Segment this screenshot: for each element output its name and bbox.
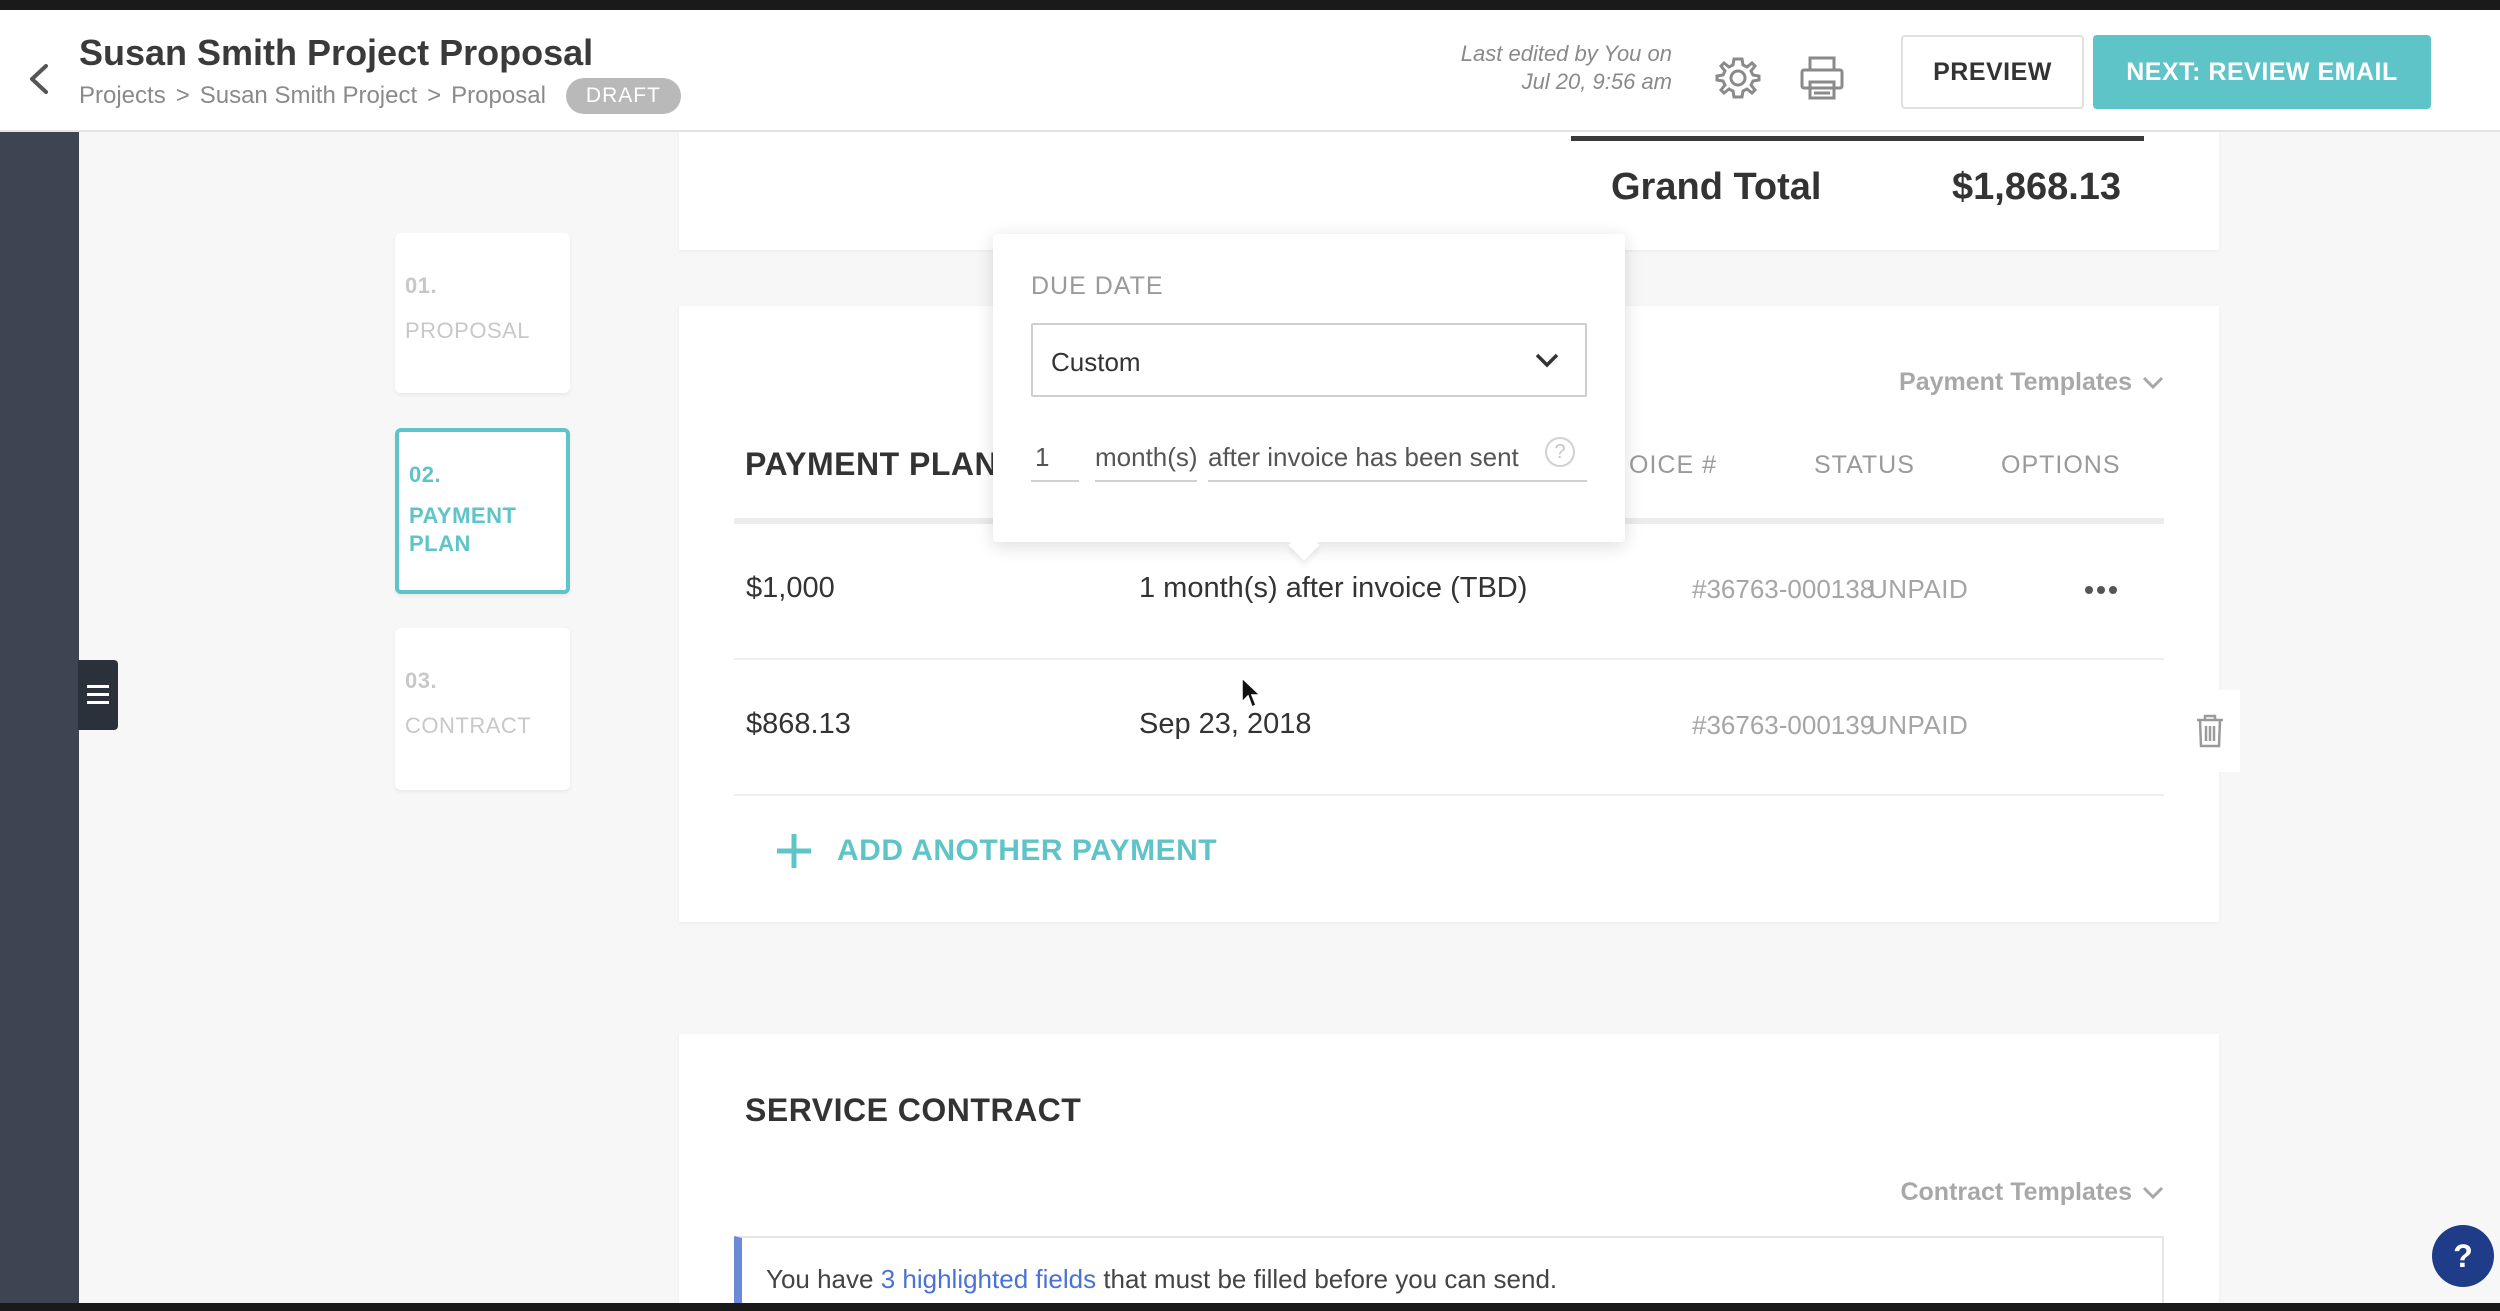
window-bottom-edge [0, 1303, 2500, 1311]
left-sidebar [0, 132, 79, 1303]
contract-templates-label: Contract Templates [1900, 1178, 2132, 1206]
breadcrumb-separator: > [427, 82, 442, 109]
payment-templates-dropdown[interactable]: Payment Templates [1899, 368, 2164, 397]
column-header-status: STATUS [1814, 451, 1915, 479]
due-date-label: DUE DATE [1031, 272, 1164, 300]
step-number: 03. [405, 668, 438, 693]
service-contract-card: SERVICE CONTRACT Contract Templates You … [679, 1034, 2219, 1311]
add-another-payment-label: ADD ANOTHER PAYMENT [837, 834, 1218, 867]
back-button[interactable] [22, 56, 58, 102]
grand-total-value: $1,868.13 [1952, 166, 2122, 208]
notice-prefix: You have [766, 1264, 881, 1294]
window-top-edge [0, 0, 2500, 10]
payment-due[interactable]: 1 month(s) after invoice (TBD) [1139, 572, 1527, 605]
plus-icon [777, 834, 811, 868]
chevron-down-icon [2142, 1186, 2164, 1199]
step-label: PROPOSAL [405, 318, 531, 343]
notice-suffix: that must be filled before you can send. [1096, 1264, 1558, 1294]
totals-card: Grand Total $1,868.13 [679, 132, 2219, 250]
step-label: PAYMENT PLAN [409, 503, 517, 556]
payment-status: UNPAID [1869, 574, 1969, 604]
payment-status: UNPAID [1869, 710, 1969, 740]
due-count-input[interactable]: 1 [1031, 434, 1079, 482]
column-header-invoice: OICE # [1629, 451, 1717, 479]
payment-amount: $868.13 [746, 708, 851, 740]
status-badge: DRAFT [565, 78, 681, 114]
highlighted-fields-link[interactable]: 3 highlighted fields [881, 1264, 1096, 1294]
printer-icon [1800, 56, 1844, 100]
due-trigger-select[interactable]: after invoice has been sent [1208, 434, 1587, 482]
step-label: CONTRACT [405, 713, 532, 738]
table-row[interactable]: $1,000 1 month(s) after invoice (TBD) #3… [734, 524, 2164, 660]
payment-templates-label: Payment Templates [1899, 368, 2132, 396]
help-circle-icon[interactable]: ? [1545, 437, 1575, 467]
due-unit-select[interactable]: month(s) [1095, 434, 1198, 482]
last-edited-line2: Jul 20, 9:56 am [1521, 69, 1672, 94]
breadcrumb-separator: > [175, 82, 190, 109]
chevron-down-icon [1535, 353, 1559, 368]
mouse-cursor-icon [1241, 676, 1262, 709]
invoice-number: #36763-000138 [1692, 574, 1875, 604]
step-number: 02. [409, 462, 442, 487]
column-header-options: OPTIONS [2001, 451, 2121, 479]
menu-toggle-button[interactable] [78, 660, 118, 730]
step-proposal[interactable]: 01. PROPOSAL [395, 233, 570, 393]
settings-button[interactable] [1714, 54, 1762, 102]
last-edited-line1: Last edited by You on [1460, 41, 1672, 66]
breadcrumb: Projects > Susan Smith Project > Proposa… [79, 78, 681, 114]
page-title: Susan Smith Project Proposal [79, 32, 594, 73]
due-trigger-value: after invoice has been sent [1208, 442, 1519, 472]
contract-templates-dropdown[interactable]: Contract Templates [1900, 1178, 2164, 1207]
gear-icon [1715, 57, 1761, 99]
highlighted-fields-notice: You have 3 highlighted fields that must … [734, 1236, 2164, 1311]
breadcrumb-projects[interactable]: Projects [79, 82, 166, 110]
help-chat-button[interactable]: ? [2432, 1225, 2494, 1287]
hamburger-icon [87, 685, 109, 704]
breadcrumb-project[interactable]: Susan Smith Project [200, 82, 417, 110]
payment-due[interactable]: Sep 23, 2018 [1139, 708, 1312, 741]
trash-icon [2197, 714, 2223, 748]
service-contract-title: SERVICE CONTRACT [745, 1092, 1082, 1128]
last-edited-info: Last edited by You on Jul 20, 9:56 am [1461, 40, 1672, 96]
invoice-number: #36763-000139 [1692, 710, 1875, 740]
custom-due-row: 1 month(s) after invoice has been sent ? [1031, 434, 1587, 484]
preview-button[interactable]: PREVIEW [1901, 35, 2084, 109]
step-contract[interactable]: 03. CONTRACT [395, 628, 570, 790]
step-payment-plan[interactable]: 02. PAYMENT PLAN [395, 428, 570, 594]
due-date-select[interactable]: Custom [1031, 323, 1587, 397]
step-number: 01. [405, 273, 438, 298]
payment-plan-title: PAYMENT PLAN [745, 446, 999, 482]
more-horizontal-icon [2085, 586, 2117, 594]
add-another-payment-button[interactable]: ADD ANOTHER PAYMENT [775, 832, 1217, 870]
due-date-popover: DUE DATE Custom 1 month(s) after invoice… [993, 234, 1625, 561]
due-date-select-value: Custom [1051, 347, 1141, 377]
top-header: Susan Smith Project Proposal Projects > … [0, 10, 2500, 132]
total-divider [1571, 136, 2144, 141]
breadcrumb-proposal: Proposal [451, 82, 546, 109]
next-review-email-button[interactable]: NEXT: REVIEW EMAIL [2093, 35, 2431, 109]
payment-amount: $1,000 [746, 572, 835, 604]
print-button[interactable] [1798, 54, 1846, 102]
grand-total-label: Grand Total [1611, 166, 1822, 208]
delete-payment-button[interactable] [2180, 690, 2240, 772]
row-options-button[interactable] [2081, 580, 2121, 600]
table-row[interactable]: $868.13 Sep 23, 2018 #36763-000139 UNPAI… [734, 660, 2164, 796]
chevron-left-icon [30, 64, 48, 94]
chevron-down-icon [2142, 376, 2164, 389]
